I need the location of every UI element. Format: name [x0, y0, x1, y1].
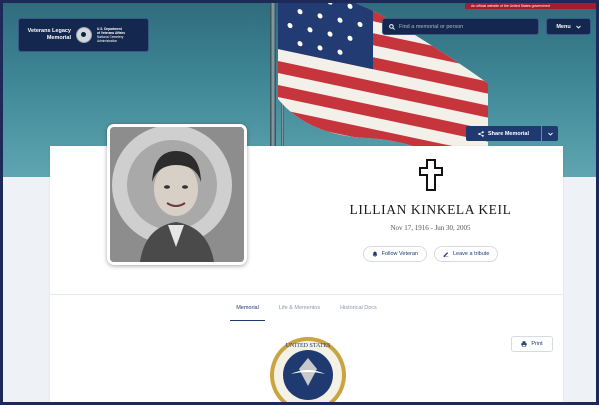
chevron-down-icon	[575, 25, 581, 29]
search-field[interactable]	[382, 18, 539, 35]
pencil-icon	[443, 252, 449, 257]
share-dropdown-button[interactable]	[542, 126, 558, 141]
follow-veteran-button[interactable]: Follow Veteran	[362, 246, 427, 262]
tab-historical-docs[interactable]: Historical Docs	[340, 295, 377, 321]
veteran-name: LILLIAN KINKELA KEIL	[349, 202, 512, 217]
chevron-down-icon	[547, 132, 553, 136]
cross-emblem-icon	[418, 159, 443, 191]
memorial-tabs: Memorial Life & Mementos Historical Docs	[50, 294, 563, 322]
veteran-portrait-image	[110, 127, 244, 262]
menu-button[interactable]: Menu	[546, 18, 591, 35]
share-memorial-label: Share Memorial	[488, 130, 529, 137]
print-label: Print	[531, 341, 543, 347]
share-memorial-button[interactable]: Share Memorial	[466, 126, 541, 141]
gov-banner: An official website of the United States…	[465, 3, 596, 9]
gov-banner-text: An official website of the United States…	[471, 4, 551, 8]
print-button[interactable]: Print	[511, 336, 553, 352]
va-wordmark: U.S. Department of Veterans Affairs Nati…	[97, 27, 137, 44]
va-line-4: Administration	[97, 39, 118, 44]
tab-life-mementos[interactable]: Life & Mementos	[279, 295, 320, 321]
air-force-seal-icon: UNITED STATES AIR FORCE	[270, 337, 346, 402]
bell-icon	[372, 251, 378, 257]
svg-text:UNITED STATES: UNITED STATES	[286, 343, 331, 349]
menu-label: Menu	[556, 23, 571, 30]
follow-veteran-label: Follow Veteran	[381, 251, 418, 257]
search-input[interactable]	[395, 23, 529, 30]
veteran-photo	[107, 124, 247, 265]
tab-memorial[interactable]: Memorial	[230, 295, 265, 322]
profile-actions: Follow Veteran Leave a tribute	[303, 246, 558, 262]
leave-tribute-label: Leave a tribute	[453, 251, 490, 257]
va-seal-icon	[76, 27, 92, 43]
veteran-dates: Nov 17, 1916 - Jun 30, 2005	[390, 224, 471, 232]
logo-title: Veterans Legacy Memorial	[27, 28, 71, 41]
veteran-info: LILLIAN KINKELA KEIL Nov 17, 1916 - Jun …	[303, 158, 558, 262]
page-frame: Veterans Legacy Memorial U.S. Department…	[0, 0, 599, 405]
leave-tribute-button[interactable]: Leave a tribute	[434, 246, 499, 262]
printer-icon	[521, 341, 528, 347]
vlm-logo-link[interactable]: Veterans Legacy Memorial U.S. Department…	[18, 18, 149, 52]
share-memorial-group: Share Memorial	[466, 126, 558, 141]
latin-cross-icon	[303, 158, 558, 196]
share-icon	[478, 130, 484, 137]
